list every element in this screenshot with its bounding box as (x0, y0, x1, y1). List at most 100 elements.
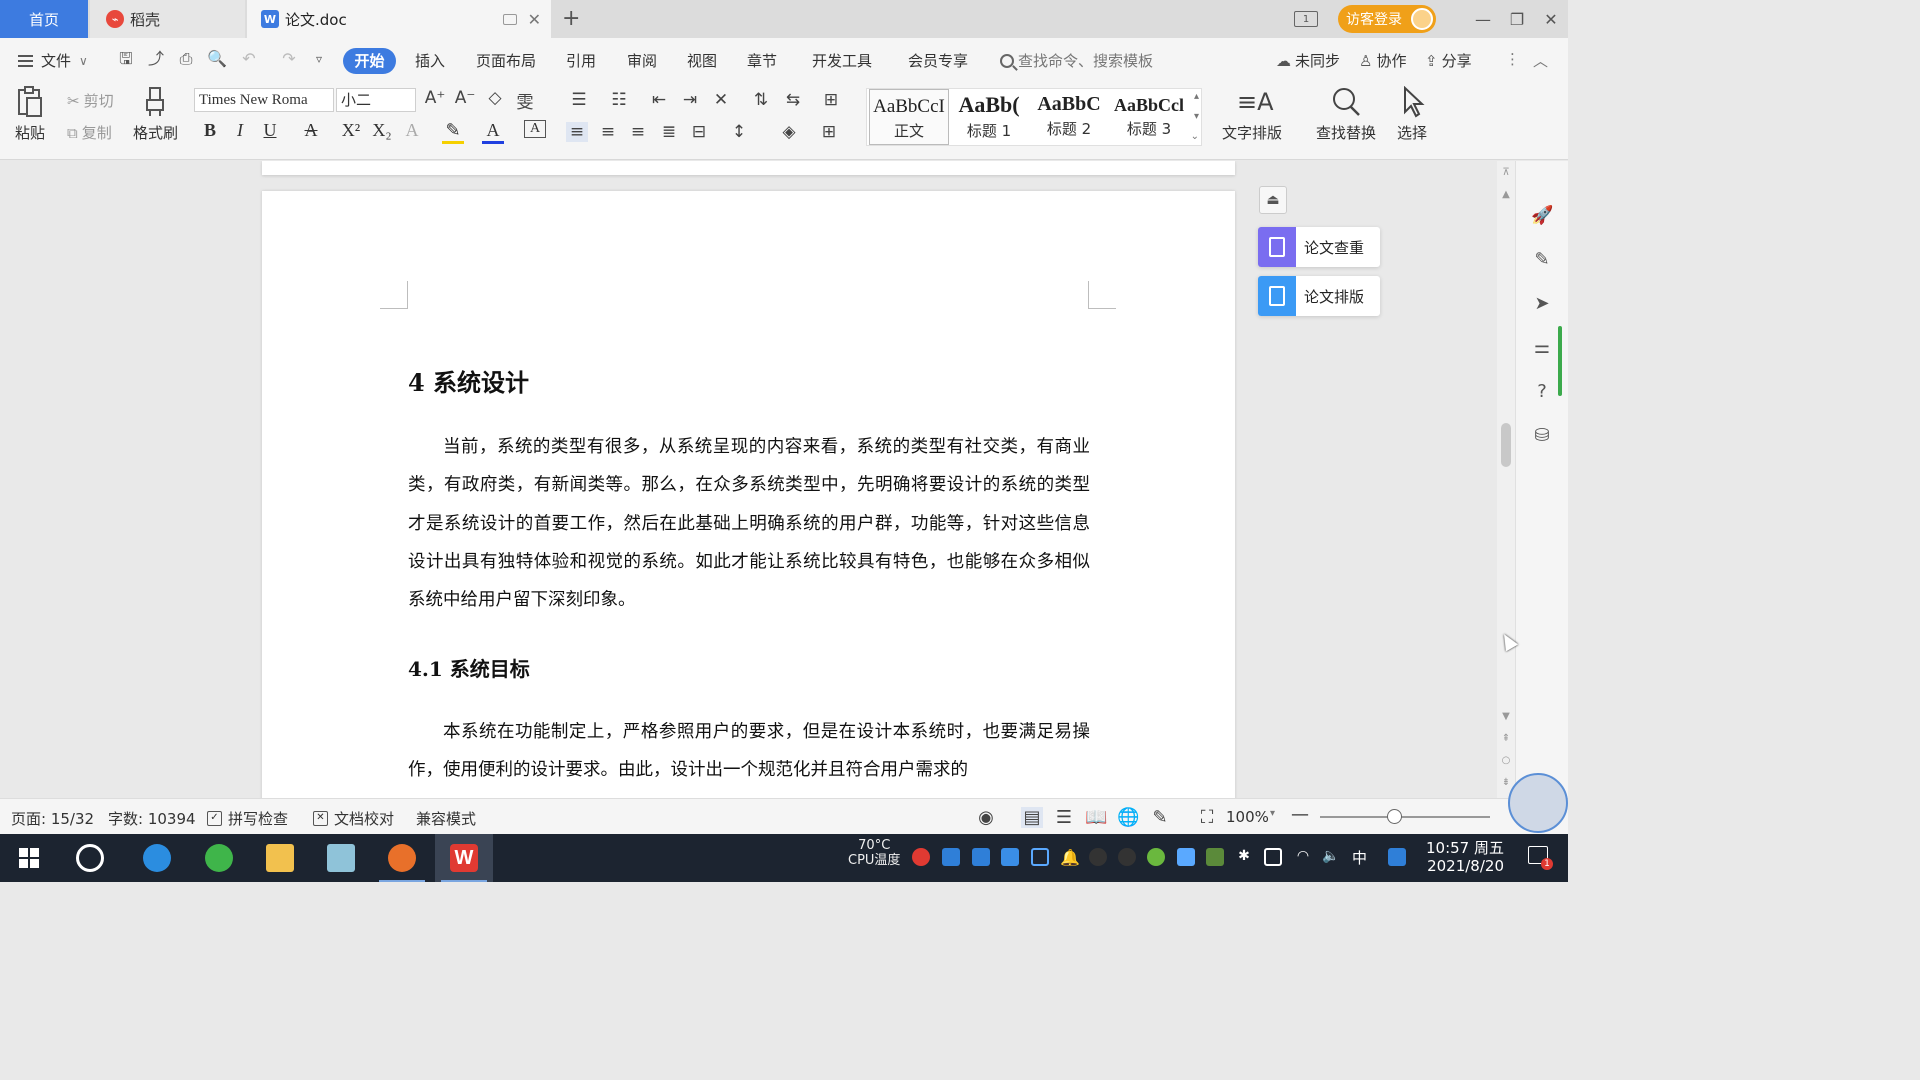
cpu-temperature[interactable]: 70°C CPU温度 (848, 838, 900, 868)
collaborate-button[interactable]: ♙ 协作 (1359, 50, 1406, 71)
line-spacing-icon[interactable]: ↕ (728, 122, 750, 142)
redo-icon[interactable]: ↷ (280, 50, 298, 68)
clock[interactable]: 10:57 周五 2021/8/20 (1426, 839, 1504, 875)
decrease-indent-icon[interactable]: ⇤ (648, 90, 670, 110)
prev-page-icon[interactable]: ⇞ (1500, 733, 1512, 744)
guest-login-button[interactable]: 访客登录 (1338, 5, 1436, 33)
subscript-icon[interactable]: X₂ (371, 120, 393, 141)
browse-object-icon[interactable]: ○ (1500, 755, 1512, 766)
web-view-icon[interactable]: 🌐 (1117, 807, 1139, 828)
shrink-font-icon[interactable]: A⁻ (454, 88, 476, 108)
tab-developer[interactable]: 开发工具 (812, 50, 872, 71)
rocket-icon[interactable]: 🚀 (1531, 205, 1553, 227)
collapse-panel-icon[interactable]: ⏏ (1259, 186, 1287, 214)
paragraph[interactable]: 本系统在功能制定上，严格参照用户的要求，但是在设计本系统时，也要满足易操作，使用… (408, 713, 1090, 790)
shield-icon[interactable] (1031, 848, 1049, 866)
zoom-out-icon[interactable]: — (1291, 804, 1309, 825)
help-icon[interactable]: ? (1531, 381, 1553, 403)
pen-icon[interactable]: ✎ (1531, 249, 1553, 271)
word-count[interactable]: 字数: 10394 (108, 808, 196, 829)
qq-icon[interactable] (1089, 848, 1107, 866)
zoom-slider-knob[interactable] (1387, 809, 1403, 824)
tab-insert[interactable]: 插入 (415, 50, 445, 71)
close-tab-icon[interactable]: ✕ (528, 10, 541, 29)
subsection-heading[interactable]: 4.1 系统目标 (408, 653, 1090, 682)
sort-icon[interactable]: ⇅ (750, 90, 772, 110)
text-effect-icon[interactable]: A (401, 120, 423, 141)
align-left-icon[interactable]: ≡ (566, 122, 588, 142)
tray-icon-red[interactable] (912, 848, 930, 866)
find-replace-button[interactable]: 查找替换 (1316, 86, 1376, 143)
tab-review[interactable]: 审阅 (627, 50, 657, 71)
gallery-expand-icon[interactable]: ⌄ (1191, 131, 1199, 142)
scroll-thumb[interactable] (1501, 423, 1511, 467)
collapse-ribbon-icon[interactable]: ︿ (1533, 50, 1548, 71)
sync-button[interactable]: ☁ 未同步 (1276, 50, 1340, 71)
battery-icon[interactable] (1264, 848, 1282, 866)
zoom-dropdown-icon[interactable]: ▾ (1270, 808, 1275, 819)
paper-format-button[interactable]: 论文排版 (1258, 276, 1380, 316)
restore-button[interactable]: ❐ (1500, 10, 1534, 29)
style-normal[interactable]: AaBbCcI 正文 (869, 89, 949, 145)
gpu-icon[interactable] (1206, 848, 1224, 866)
strikethrough-icon[interactable]: A (300, 120, 322, 141)
show-marks-icon[interactable]: ⊞ (820, 90, 842, 110)
command-search[interactable]: 查找命令、搜索模板 (1000, 50, 1153, 71)
superscript-icon[interactable]: X² (340, 120, 362, 141)
tab-references[interactable]: 引用 (566, 50, 596, 71)
tab-member[interactable]: 会员专享 (908, 50, 968, 71)
underline-icon[interactable]: U (259, 120, 281, 141)
spell-check-button[interactable]: ✓ 拼写检查 (207, 808, 288, 829)
undo-icon[interactable]: ↶ (240, 50, 258, 68)
scroll-up-icon[interactable]: ▲ (1500, 189, 1512, 200)
taskbar-app-1[interactable] (61, 834, 119, 882)
taskbar-ie[interactable] (128, 834, 186, 882)
eye-protection-icon[interactable]: ◉ (975, 807, 997, 828)
gallery-scroll-down-icon[interactable]: ▾ (1194, 111, 1199, 122)
vertical-scrollbar[interactable]: ⊼ ▲ ▼ ⇞ ○ ⇟ (1497, 161, 1515, 798)
tab-page-layout[interactable]: 页面布局 (476, 50, 536, 71)
bell-icon[interactable]: 🔔 (1060, 848, 1080, 867)
close-window-button[interactable]: ✕ (1534, 10, 1568, 29)
borders-icon[interactable]: ⊞ (818, 122, 840, 142)
font-size-select[interactable]: 小二 (336, 88, 416, 112)
page-indicator[interactable]: 页面: 15/32 (11, 808, 94, 829)
paragraph[interactable]: 当前，系统的类型有很多，从系统呈现的内容来看，系统的类型有社交类，有商业类，有政… (408, 428, 1090, 619)
share-button[interactable]: ⇪ 分享 (1425, 50, 1472, 71)
phonetic-guide-icon[interactable]: 雯 (514, 88, 536, 113)
tab-start[interactable]: 开始 (343, 48, 396, 74)
doc-proof-button[interactable]: ✕ 文档校对 (313, 808, 394, 829)
tray-icon-network-app[interactable] (1001, 848, 1019, 866)
taskbar-wps[interactable]: W (435, 834, 493, 882)
print-preview-icon[interactable]: 🔍 (207, 50, 227, 68)
text-direction-icon[interactable]: ⇆ (782, 90, 804, 110)
export-icon[interactable]: ⤴ (147, 50, 165, 68)
cursor-icon[interactable]: ➤ (1531, 293, 1553, 315)
taskbar-game[interactable] (373, 834, 431, 882)
taskbar-notes[interactable] (312, 834, 370, 882)
tray-app-icon[interactable] (1177, 848, 1195, 866)
monitor-icon[interactable] (503, 13, 517, 25)
highlight-icon[interactable]: ✎ (442, 120, 464, 144)
bullet-list-icon[interactable]: ☰ (568, 90, 590, 110)
volume-icon[interactable]: 🔈 (1322, 848, 1340, 866)
new-tab-button[interactable]: + (562, 6, 580, 31)
minimize-button[interactable]: — (1466, 10, 1500, 29)
copy-button[interactable]: ⧉ 复制 (67, 122, 112, 143)
tray-icon-blue-2[interactable] (972, 848, 990, 866)
char-border-icon[interactable]: A (524, 120, 546, 138)
grow-font-icon[interactable]: A⁺ (424, 88, 446, 108)
tab-chapter[interactable]: 章节 (747, 50, 777, 71)
window-layout-icon[interactable]: 1 (1294, 11, 1318, 27)
numbered-list-icon[interactable]: ☷ (608, 90, 630, 110)
align-center-icon[interactable]: ≡ (597, 122, 619, 142)
save-icon[interactable]: 🖫 (117, 50, 135, 68)
justify-icon[interactable]: ≣ (658, 122, 680, 142)
start-button[interactable] (0, 834, 58, 882)
scroll-down-icon[interactable]: ▼ (1500, 711, 1512, 722)
next-page-icon[interactable]: ⇟ (1500, 777, 1512, 788)
customize-toolbar-icon[interactable]: ▿ (310, 50, 328, 68)
qq-icon-2[interactable] (1118, 848, 1136, 866)
italic-icon[interactable]: I (229, 120, 251, 141)
format-painter-button[interactable]: 格式刷 (133, 86, 178, 143)
